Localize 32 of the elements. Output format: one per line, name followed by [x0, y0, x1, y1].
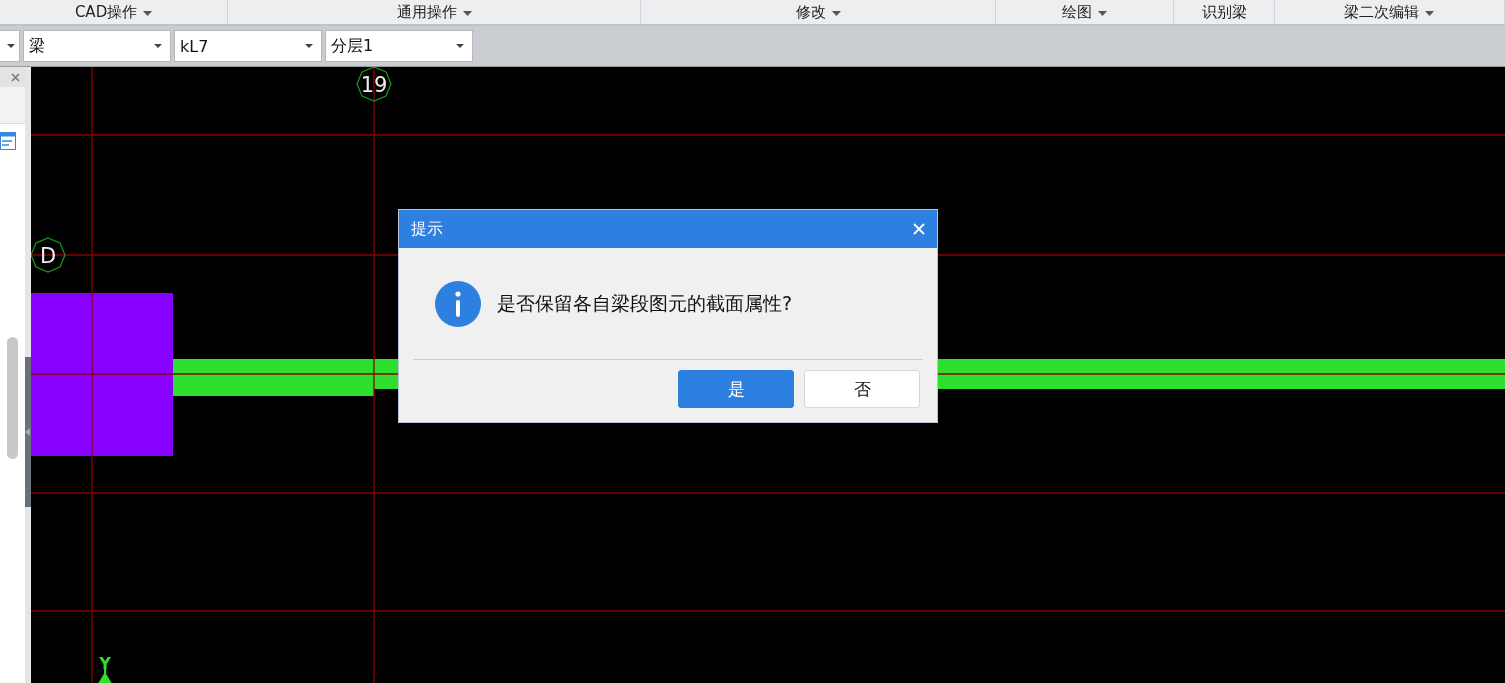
caret-icon [154, 44, 162, 48]
ribbon-group-menu[interactable]: 通用操作 [392, 1, 476, 23]
dropdown-field[interactable]: 梁 [23, 30, 171, 62]
ribbon-group-menu[interactable]: 修改 [791, 1, 845, 23]
dialog-button[interactable]: 是 [678, 370, 794, 408]
beam-shape[interactable] [173, 359, 374, 396]
scrollbar[interactable] [7, 337, 18, 459]
dialog-button[interactable]: 否 [804, 370, 920, 408]
caret-icon [462, 10, 472, 16]
form-icon[interactable] [0, 132, 16, 150]
caret-icon [143, 10, 153, 16]
dialog-message: 是否保留各自梁段图元的截面属性? [497, 291, 793, 316]
axis-marker: 19 [356, 67, 392, 102]
ribbon-group-menu[interactable]: 绘图 [1058, 1, 1112, 23]
caret-icon [831, 10, 841, 16]
dropdown-field[interactable]: kL7 [174, 30, 322, 62]
ribbon-group-menu[interactable]: 梁二次编辑 [1340, 1, 1439, 23]
caret-icon [456, 44, 464, 48]
ribbon-group-menu[interactable]: 识别梁 [1197, 1, 1251, 23]
axis-marker: D [31, 237, 66, 273]
dialog-title: 提示 [411, 218, 443, 240]
drawing-canvas[interactable]: 19 D Y 提示 是否保留各自梁段图元的截面属性? 是 否 [31, 67, 1505, 683]
dropdown-field[interactable]: 分层1 [325, 30, 473, 62]
dropdown-field[interactable] [0, 30, 20, 62]
close-icon[interactable] [11, 72, 20, 82]
caret-icon [305, 44, 313, 48]
caret-icon [1425, 10, 1435, 16]
collapse-handle[interactable] [25, 357, 31, 507]
ribbon-group-menu[interactable]: CAD操作 [70, 1, 157, 23]
caret-icon [7, 44, 15, 48]
caret-icon [1098, 10, 1108, 16]
info-icon [435, 281, 481, 327]
